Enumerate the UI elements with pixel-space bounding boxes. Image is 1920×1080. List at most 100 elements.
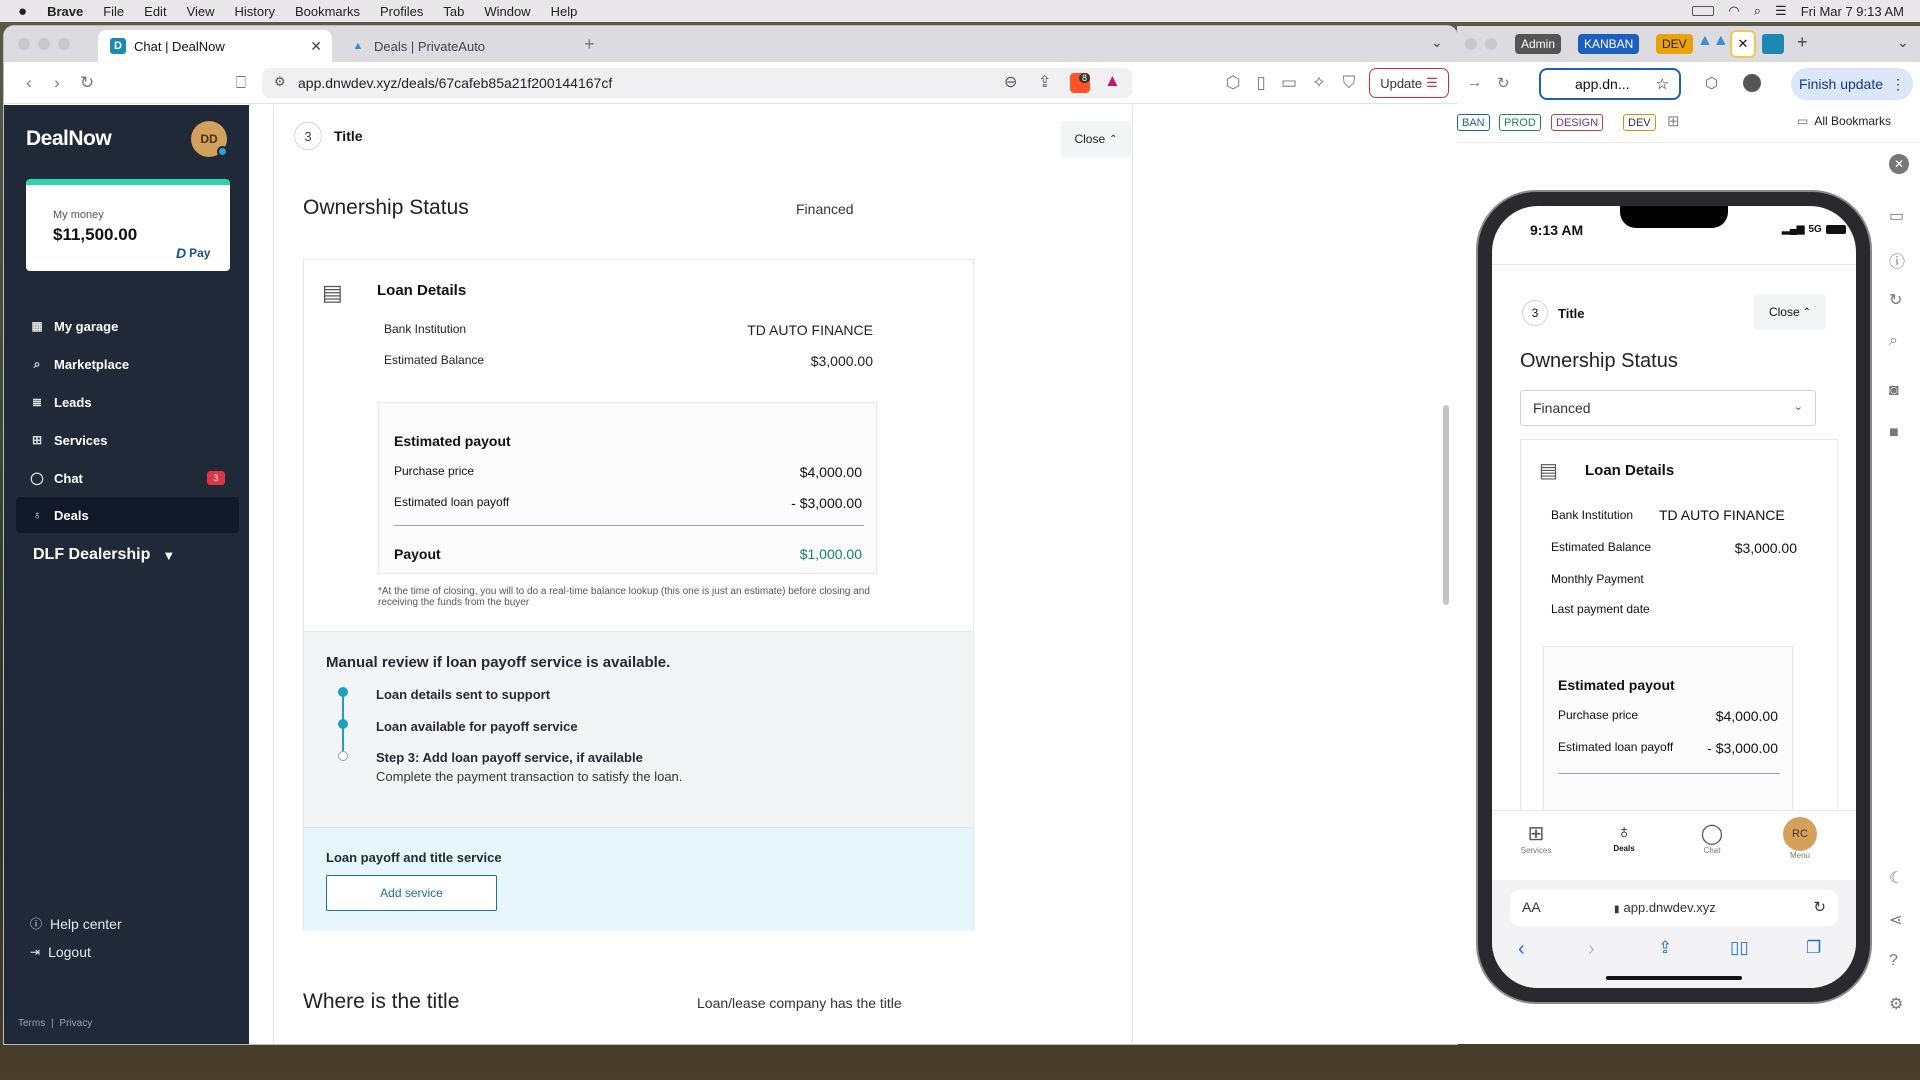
dealnow-logo[interactable]: DealNow [26,127,112,151]
zoom-icon[interactable]: ⊖ [1004,72,1017,92]
extensions-icon[interactable]: ⬡ [1705,74,1718,92]
brave-shields-icon[interactable]: 8 [1070,73,1090,93]
safari-aa[interactable]: AA [1522,899,1541,915]
site-settings-icon[interactable]: ⚙ [274,74,286,90]
info-icon[interactable]: ⓘ [1889,248,1905,272]
reload-icon[interactable]: ↻ [1497,74,1510,92]
zoom-window-icon[interactable] [58,38,70,50]
menu-bookmarks[interactable]: Bookmarks [295,4,360,19]
all-bookmarks[interactable]: ▭ All Bookmarks [1797,114,1891,128]
bookmark-design[interactable]: DESIGN [1551,114,1604,131]
share-icon[interactable]: ⋖ [1889,910,1902,930]
safari-share-icon[interactable]: ⇪ [1658,938,1672,958]
tab-dev[interactable]: DEV [1656,34,1693,54]
money-card[interactable]: My money $11,500.00 D Pay [26,179,230,271]
menu-window[interactable]: Window [484,4,530,19]
secondary-window-light-icon[interactable] [1485,38,1497,50]
wallet-icon[interactable]: ▭ [1278,72,1300,94]
tab-list-chevron-icon[interactable]: ⌄ [1897,34,1909,51]
devices-icon[interactable]: ▭ [1889,206,1904,226]
tab-chat-dealnow[interactable]: D Chat | DealNow ✕ [98,30,332,62]
sidebar-item-marketplace[interactable]: ⌕ Marketplace [16,346,239,382]
safari-bookmarks-icon[interactable]: ▯▯ [1730,938,1749,958]
avatar[interactable]: DD [191,121,228,157]
minimize-window-icon[interactable] [38,38,50,50]
bookmark-prod[interactable]: PROD [1499,114,1541,131]
menu-profiles[interactable]: Profiles [380,4,423,19]
sidebar-item-my-garage[interactable]: ▦ My garage [16,308,239,344]
bookmark-icon[interactable]: ⎕ [230,72,252,94]
help-icon[interactable]: ? [1889,952,1898,970]
reload-icon[interactable]: ↻ [76,72,98,94]
privateauto-tab-icon[interactable]: ▲▲ [1697,32,1729,50]
phone-nav-menu[interactable]: RC Menu [1776,817,1824,860]
back-icon[interactable]: ‹ [18,72,40,94]
phone-close-button[interactable]: Close ⌃ [1754,294,1826,330]
sidebar-item-services[interactable]: ⊞ Services [16,422,239,458]
forward-icon[interactable]: → [1467,74,1482,91]
sidebar-item-chat[interactable]: ◯ Chat 3 [16,460,239,496]
ownership-status-value[interactable]: Financed [796,201,854,217]
safari-reload-icon[interactable]: ↻ [1813,898,1826,916]
tab-list-chevron-icon[interactable]: ⌄ [1431,34,1443,51]
terms-link[interactable]: Terms [18,1018,45,1029]
apple-icon[interactable]: ● [18,3,27,20]
wifi-icon[interactable]: ◠ [1728,3,1739,19]
rotate-icon[interactable]: ↻ [1889,290,1902,310]
sidebar-item-leads[interactable]: ≣ Leads [16,384,239,420]
address-bar[interactable]: ⚙ app.dnwdev.xyz/deals/67cafeb85a21f2001… [262,68,1132,98]
dark-mode-icon[interactable]: ☾ [1889,868,1903,888]
menu-app-name[interactable]: Brave [47,4,83,19]
safari-back-icon[interactable]: ‹ [1518,938,1525,961]
secondary-address-bar[interactable]: app.dn... ☆ [1539,68,1681,100]
profile-icon[interactable] [1743,74,1761,92]
menu-file[interactable]: File [103,4,124,19]
privacy-link[interactable]: Privacy [59,1018,92,1029]
where-title-value[interactable]: Loan/lease company has the title [697,995,902,1011]
tab-admin[interactable]: Admin [1515,34,1562,54]
close-emulator-icon[interactable]: ✕ [1889,154,1909,174]
spotlight-icon[interactable]: ⌕ [1754,3,1761,19]
forward-icon[interactable]: › [46,72,68,94]
phone-nav-deals[interactable]: ♁ Deals [1600,821,1648,853]
video-icon[interactable]: ■ [1889,424,1899,442]
close-window-icon[interactable] [18,38,30,50]
camera-icon[interactable]: ◙ [1889,382,1899,400]
finish-update-button[interactable]: Finish update ⋮ [1791,68,1913,100]
update-button[interactable]: Update ☰ [1369,68,1449,98]
brave-rewards-icon[interactable]: ▲ [1104,71,1121,91]
help-center-link[interactable]: ⓘ Help center [30,915,122,932]
share-icon[interactable]: ⇪ [1038,72,1051,92]
star-icon[interactable]: ☆ [1656,75,1669,93]
bookmark-dev[interactable]: DEV [1623,114,1656,131]
dealership-selector[interactable]: DLF Dealership ▼ [33,546,175,564]
menu-tab[interactable]: Tab [443,4,464,19]
phone-nav-services[interactable]: ⊞ Services [1512,821,1560,855]
secondary-window-light-icon[interactable] [1465,38,1477,50]
bookmark-ban[interactable]: BAN [1457,114,1490,131]
sidebar-item-deals[interactable]: ♁ Deals [16,497,239,533]
close-tab-icon[interactable]: ✕ [310,38,322,55]
scrollbar-thumb[interactable] [1443,405,1449,605]
safari-address-bar[interactable]: AA ▮ app.dnwdev.xyz ↻ [1510,890,1838,926]
phone-ownership-select[interactable]: Financed ⌄ [1520,390,1816,426]
new-tab-icon[interactable]: + [1797,32,1808,53]
logout-link[interactable]: ⇥ Logout [30,944,91,960]
vpn-icon[interactable]: ⛉ [1338,72,1360,94]
extensions-icon[interactable]: ⬡ [1222,72,1244,94]
add-service-button[interactable]: Add service [326,875,497,911]
leo-ai-icon[interactable]: ✧ [1308,72,1330,94]
settings-gear-icon[interactable]: ⚙ [1889,994,1903,1014]
menu-help[interactable]: Help [551,4,578,19]
tab-deals-privateauto[interactable]: ▲ Deals | PrivateAuto [338,30,572,62]
apps-grid-icon[interactable]: ⊞ [1667,112,1680,130]
control-center-icon[interactable]: ☰ [1775,3,1787,19]
zoom-in-icon[interactable]: ⌕ [1889,332,1898,350]
tab-kanban[interactable]: KANBAN [1578,34,1640,54]
close-tab-icon[interactable]: ✕ [1730,30,1756,58]
safari-tabs-icon[interactable]: ❐ [1806,938,1821,958]
safari-forward-icon[interactable]: › [1588,938,1595,961]
sidebar-icon[interactable]: ▯ [1250,72,1272,94]
dealnow-tab-icon[interactable] [1762,34,1784,54]
phone-nav-chat[interactable]: ◯ Chat [1688,821,1736,855]
